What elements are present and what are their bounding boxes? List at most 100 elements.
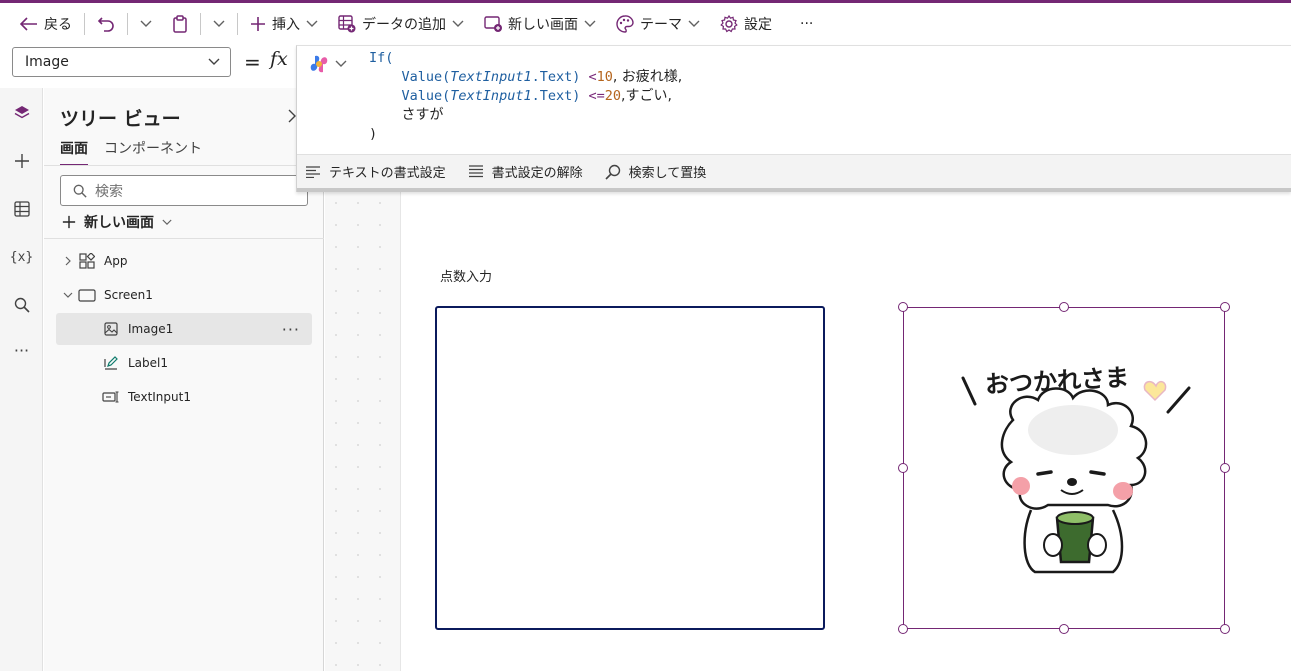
resize-handle[interactable] bbox=[898, 624, 908, 634]
chevron-down-icon bbox=[335, 60, 347, 67]
tree-node-app[interactable]: App bbox=[60, 245, 312, 277]
divider bbox=[44, 165, 324, 166]
more-icon: ··· bbox=[13, 340, 30, 360]
tab-screens[interactable]: 画面 bbox=[60, 138, 88, 166]
tree-node-label: App bbox=[104, 254, 128, 268]
property-dropdown[interactable]: Image bbox=[12, 47, 231, 77]
resize-handle[interactable] bbox=[898, 302, 908, 312]
plus-icon bbox=[14, 154, 29, 168]
code-text-prop: .Text) bbox=[531, 88, 581, 104]
back-button[interactable]: 戻る bbox=[10, 8, 82, 40]
format-text-button[interactable]: テキストの書式設定 bbox=[297, 162, 454, 181]
chevron-down-icon bbox=[208, 58, 220, 65]
left-rail: {x} ··· bbox=[0, 88, 43, 671]
more-rail-button[interactable]: ··· bbox=[0, 330, 43, 370]
tree-node-label: Image1 bbox=[128, 322, 174, 336]
copilot-button[interactable] bbox=[309, 54, 347, 74]
chevron-down-icon[interactable] bbox=[60, 292, 76, 298]
tab-components[interactable]: コンポーネント bbox=[104, 138, 202, 166]
undo-button[interactable] bbox=[87, 8, 125, 40]
settings-button[interactable]: 設定 bbox=[710, 8, 782, 40]
theme-label: テーマ bbox=[640, 17, 682, 33]
undo-icon bbox=[97, 17, 114, 32]
formula-code[interactable]: If( Value(TextInput1.Text) <10, お疲れ様, Va… bbox=[369, 49, 682, 144]
formula-editor[interactable]: If( Value(TextInput1.Text) <10, お疲れ様, Va… bbox=[296, 45, 1291, 192]
paste-button[interactable] bbox=[162, 8, 198, 40]
resize-handle[interactable] bbox=[1220, 463, 1230, 473]
theme-button[interactable]: テーマ bbox=[606, 8, 710, 40]
format-text-label: テキストの書式設定 bbox=[329, 166, 446, 181]
chevron-down-icon bbox=[306, 20, 318, 27]
tree-node-image1[interactable]: Image1 ··· bbox=[56, 313, 312, 345]
toolbar-separator bbox=[127, 13, 128, 35]
variables-icon: {x} bbox=[9, 249, 34, 265]
toolbar-separator bbox=[237, 13, 238, 35]
property-value: Image bbox=[25, 54, 69, 70]
code-control-ref: TextInput1 bbox=[450, 88, 532, 104]
plus-icon bbox=[251, 17, 265, 31]
collapse-panel-button[interactable] bbox=[288, 108, 296, 127]
chevron-right-icon bbox=[288, 109, 296, 123]
clear-format-icon bbox=[468, 165, 483, 178]
tree-new-screen-button[interactable]: 新しい画面 bbox=[62, 212, 172, 232]
table-icon bbox=[13, 201, 30, 217]
resize-handle[interactable] bbox=[898, 463, 908, 473]
chevron-down-icon bbox=[452, 20, 464, 27]
otsukaresama-sticker-image: おつかれさま bbox=[961, 363, 1191, 574]
heart-icon bbox=[1143, 380, 1167, 402]
code-value-fn: Value( bbox=[401, 88, 451, 104]
tree-view-rail-button[interactable] bbox=[0, 93, 43, 133]
resize-handle[interactable] bbox=[1220, 624, 1230, 634]
code-else-result: さすが bbox=[401, 107, 444, 123]
search-icon bbox=[605, 164, 620, 180]
node-more-button[interactable]: ··· bbox=[282, 320, 300, 339]
tree-node-label: TextInput1 bbox=[128, 390, 191, 404]
chevron-down-icon bbox=[584, 20, 596, 27]
tree-tabs: 画面 コンポーネント bbox=[60, 138, 202, 166]
add-data-label: データの追加 bbox=[362, 17, 446, 33]
code-close-paren: ) bbox=[369, 126, 378, 142]
formula-resize-bar[interactable] bbox=[297, 188, 1291, 192]
back-label: 戻る bbox=[44, 17, 72, 33]
code-number: 10 bbox=[596, 69, 613, 85]
add-data-button[interactable]: データの追加 bbox=[328, 8, 474, 40]
tree-node-label1[interactable]: Label1 bbox=[56, 347, 312, 379]
resize-handle[interactable] bbox=[1059, 302, 1069, 312]
code-result: ,すごい, bbox=[621, 88, 672, 104]
remove-format-label: 書式設定の解除 bbox=[491, 166, 583, 181]
tree-node-screen1[interactable]: Screen1 bbox=[60, 279, 312, 311]
resize-handle[interactable] bbox=[1059, 624, 1069, 634]
more-commands-button[interactable]: ··· bbox=[790, 8, 823, 40]
label1-control[interactable]: 点数入力 bbox=[440, 266, 492, 285]
textinput1-control[interactable] bbox=[435, 306, 825, 630]
tree-view-title: ツリー ビュー bbox=[60, 108, 181, 130]
variables-rail-button[interactable]: {x} bbox=[0, 237, 43, 277]
toolbar-separator bbox=[84, 13, 85, 35]
data-rail-button[interactable] bbox=[0, 189, 43, 229]
remove-format-button[interactable]: 書式設定の解除 bbox=[460, 162, 591, 181]
settings-label: 設定 bbox=[744, 17, 772, 33]
insert-button[interactable]: 挿入 bbox=[240, 8, 328, 40]
tree-node-textinput1[interactable]: TextInput1 bbox=[56, 381, 312, 413]
code-result: , お疲れ様, bbox=[612, 69, 683, 85]
resize-handle[interactable] bbox=[1220, 302, 1230, 312]
find-replace-button[interactable]: 検索して置換 bbox=[597, 162, 715, 181]
tree-search-input[interactable]: 検索 bbox=[60, 175, 308, 206]
toolbar-separator bbox=[200, 13, 201, 35]
tree-node-label: Label1 bbox=[128, 356, 169, 370]
undo-dropdown-button[interactable] bbox=[130, 8, 162, 40]
screen-icon bbox=[76, 288, 98, 302]
code-number: 20 bbox=[604, 88, 622, 104]
palette-icon bbox=[616, 15, 634, 33]
insert-rail-button[interactable] bbox=[0, 141, 43, 181]
find-replace-label: 検索して置換 bbox=[628, 166, 707, 181]
search-placeholder: 検索 bbox=[95, 183, 123, 200]
new-screen-button[interactable]: 新しい画面 bbox=[474, 8, 606, 40]
chevron-right-icon[interactable] bbox=[60, 256, 76, 266]
tree-view-panel: ツリー ビュー 画面 コンポーネント 検索 新しい画面 App Screen1 bbox=[44, 88, 324, 671]
search-rail-button[interactable] bbox=[0, 285, 43, 325]
search-icon bbox=[14, 297, 30, 313]
insert-label: 挿入 bbox=[272, 17, 300, 33]
paste-dropdown-button[interactable] bbox=[203, 8, 235, 40]
tree-new-screen-label: 新しい画面 bbox=[84, 215, 154, 231]
